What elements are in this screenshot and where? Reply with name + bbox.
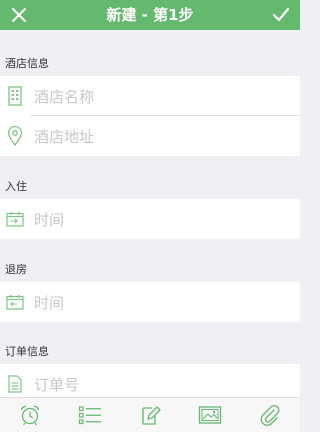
image-icon [198,406,222,424]
calendar-checkin-icon [0,211,30,227]
attachment-icon [260,405,280,426]
page-title: 新建 - 第1步 [106,6,194,24]
calendar-checkout-icon [0,294,30,310]
hotel-name-row[interactable]: 酒店名称 [0,76,300,116]
image-button[interactable] [190,398,230,432]
checkout-time-row[interactable]: 时间 [0,282,300,322]
alarm-icon [20,405,40,426]
order-number-input[interactable]: 订单号 [30,374,79,395]
alarm-button[interactable] [10,398,50,432]
hotel-name-input[interactable]: 酒店名称 [30,86,94,107]
list-button[interactable] [70,398,110,432]
hotel-address-row[interactable]: 酒店地址 [0,116,300,156]
checkmark-icon [272,7,290,22]
document-icon [0,375,30,393]
list-icon [78,406,101,425]
checkout-time-input[interactable]: 时间 [30,292,64,313]
section-label-checkin: 入住 [5,180,27,193]
section-label-checkout: 退房 [5,263,27,276]
checkin-time-row[interactable]: 时间 [0,199,300,239]
bottom-toolbar [0,397,300,432]
hotel-info-group: 酒店名称 酒店地址 [0,76,300,156]
navigation-bar: 新建 - 第1步 [0,0,300,30]
edit-icon [142,406,161,425]
building-icon [0,86,30,106]
checkout-group: 时间 [0,282,300,322]
section-label-order-info: 订单信息 [5,345,49,358]
confirm-button[interactable] [266,0,296,30]
section-label-hotel-info: 酒店信息 [5,57,49,70]
attachment-button[interactable] [250,398,290,432]
checkin-time-input[interactable]: 时间 [30,209,64,230]
hotel-address-input[interactable]: 酒店地址 [30,126,94,147]
location-pin-icon [0,126,30,146]
checkin-group: 时间 [0,199,300,239]
edit-button[interactable] [130,398,170,432]
